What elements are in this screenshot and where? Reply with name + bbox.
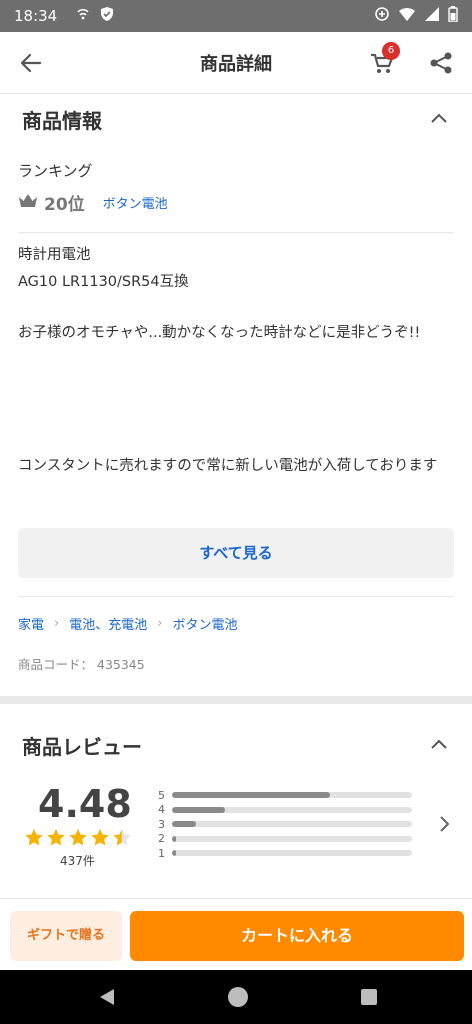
breadcrumb-item[interactable]: ボタン電池: [172, 614, 237, 633]
gift-button[interactable]: ギフトで贈る: [10, 911, 122, 961]
wifi-calling-icon: [75, 6, 91, 26]
rating-bar-track: [172, 806, 412, 813]
share-icon[interactable]: [428, 50, 454, 76]
rating-distribution[interactable]: 54321: [158, 788, 418, 861]
nav-home-icon[interactable]: [228, 987, 248, 1007]
battery-icon: [448, 6, 458, 26]
rating-bar-label: 1: [158, 846, 165, 860]
data-saver-icon: [374, 6, 390, 26]
rating-bar-row: 1: [158, 846, 418, 861]
nav-recents-icon[interactable]: [361, 989, 377, 1005]
rating-bar-label: 4: [158, 803, 165, 817]
description-line: コンスタントに売れますので常に新しい電池が入荷しております: [18, 458, 438, 474]
rating-bar-track: [172, 850, 412, 857]
star-icon: [69, 829, 87, 846]
description-line: AG10 LR1130/SR54互換: [18, 274, 189, 290]
rating-bar-row: 5: [158, 788, 418, 803]
divider: [18, 596, 454, 597]
breadcrumb: 家電 › 電池、充電池 › ボタン電池: [18, 614, 237, 633]
reviews-title: 商品レビュー: [22, 734, 142, 759]
star-icon: [113, 829, 131, 846]
rating-bar-fill: [172, 835, 176, 842]
back-arrow-icon[interactable]: [18, 50, 44, 76]
cart-count-badge: 6: [382, 42, 400, 60]
ranking-row: 20位 ボタン電池: [18, 190, 168, 215]
rating-bar-row: 4: [158, 803, 418, 818]
section-divider: [0, 696, 472, 704]
reviews-header[interactable]: 商品レビュー: [0, 720, 472, 770]
add-to-cart-button[interactable]: カートに入れる: [130, 911, 464, 961]
description-line: お子様のオモチャや...動かなくなった時計などに是非どうぞ!!: [18, 325, 421, 341]
status-time: 18:34: [14, 7, 58, 25]
rating-bar-row: 2: [158, 832, 418, 847]
chevron-right-icon: ›: [54, 616, 60, 631]
product-code-value: 435345: [97, 657, 145, 672]
chevron-right-icon: ›: [157, 616, 163, 631]
star-icon: [47, 829, 65, 846]
status-bar: 18:34: [0, 0, 472, 32]
nav-back-icon[interactable]: [98, 988, 116, 1010]
rating-bar-label: 5: [158, 788, 165, 802]
rating-bar-fill: [172, 792, 331, 799]
signal-icon: [424, 6, 440, 26]
star-rating: [24, 828, 132, 848]
chevron-right-icon[interactable]: [434, 812, 454, 836]
rating-bar-track: [172, 792, 412, 799]
rating-score: 4.48: [38, 782, 132, 826]
description-line: 時計用電池: [18, 247, 91, 263]
rating-bar-fill: [172, 821, 196, 828]
shield-icon: [99, 6, 115, 26]
divider: [18, 232, 454, 233]
rating-bar-track: [172, 821, 412, 828]
rank-category-link[interactable]: ボタン電池: [103, 193, 168, 212]
rating-bar-label: 3: [158, 817, 165, 831]
product-info-header[interactable]: 商品情報: [0, 94, 472, 144]
chevron-up-icon[interactable]: [428, 734, 450, 756]
rating-bar-fill: [172, 850, 176, 857]
ranking-label: ランキング: [18, 162, 93, 180]
crown-icon: [18, 193, 38, 213]
breadcrumb-item[interactable]: 電池、充電池: [69, 614, 147, 633]
wifi-icon: [398, 6, 416, 26]
bottom-action-bar: ギフトで贈る カートに入れる: [0, 898, 472, 970]
app-bar: 商品詳細: [0, 32, 472, 94]
rating-bar-fill: [172, 806, 225, 813]
chevron-up-icon[interactable]: [428, 108, 450, 130]
star-icon: [25, 829, 43, 846]
see-all-button[interactable]: すべて見る: [18, 528, 454, 578]
rating-bar-label: 2: [158, 832, 165, 846]
rank-number: 20位: [44, 195, 85, 215]
rating-bar-track: [172, 835, 412, 842]
product-info-title: 商品情報: [22, 108, 102, 133]
rating-bar-row: 3: [158, 817, 418, 832]
product-code-label: 商品コード：: [18, 657, 94, 672]
breadcrumb-item[interactable]: 家電: [18, 614, 44, 633]
system-nav-bar: [0, 970, 472, 1024]
page-title: 商品詳細: [200, 53, 272, 75]
product-code: 商品コード： 435345: [18, 654, 145, 673]
star-icon: [91, 829, 109, 846]
review-count: 437件: [60, 854, 95, 868]
